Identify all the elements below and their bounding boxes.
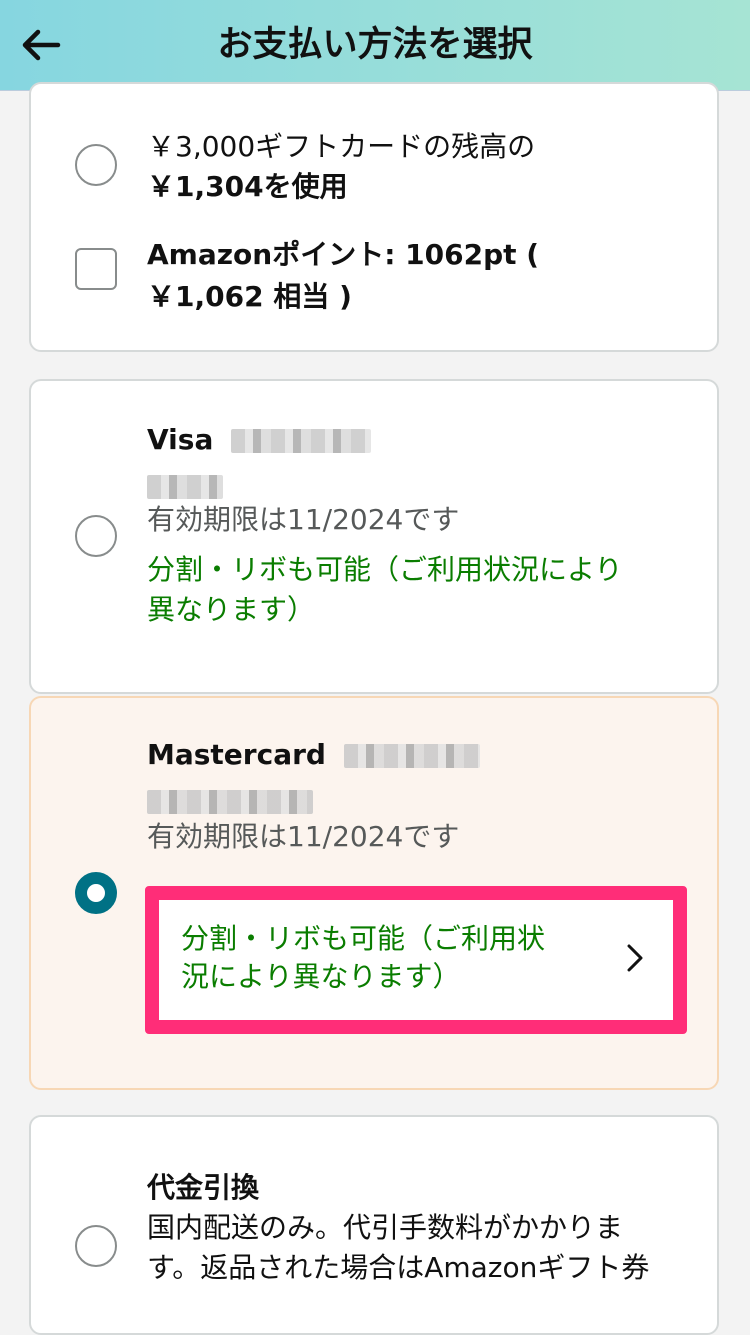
mastercard-holder-redacted [147, 790, 313, 814]
cod-desc-line2: す。返品された場合はAmazonギフト券 [147, 1251, 650, 1284]
visa-installment-line1: 分割・リボも可能（ご利用状況により [147, 553, 623, 586]
page-title: お支払い方法を選択 [217, 25, 533, 65]
points-line1: Amazonポイント: 1062pt ( [147, 238, 540, 271]
visa-number-redacted [231, 429, 372, 453]
mastercard-holder-redacted-row [147, 782, 313, 820]
app-header: お支払い方法を選択 [0, 0, 750, 91]
mastercard-installment-line1: 分割・リボも可能（ご利用状 [181, 922, 546, 955]
mastercard-number-redacted [343, 744, 480, 768]
mastercard-brand: Mastercard [147, 736, 480, 774]
cod-desc-line1: 国内配送のみ。代引手数料がかかりま [147, 1211, 624, 1244]
visa-holder-redacted [147, 475, 223, 499]
visa-brand-label: Visa [147, 423, 214, 456]
visa-installment-line2: 異なります） [147, 593, 316, 626]
cod-card-option[interactable]: 代金引換 国内配送のみ。代引手数料がかかりま す。返品された場合はAmazonギ… [29, 1115, 719, 1335]
points-checkbox[interactable] [75, 248, 117, 290]
visa-radio[interactable] [75, 515, 117, 557]
installment-option-link[interactable]: 分割・リボも可能（ご利用状 況により異なります） [145, 886, 687, 1034]
mastercard-expiry: 有効期限は11/2024です [147, 820, 460, 853]
mastercard-radio[interactable] [75, 872, 117, 914]
mastercard-card-option[interactable]: Mastercard 有効期限は11/2024です 分割・リボも可能（ご利用状 … [29, 696, 719, 1090]
cod-title: 代金引換 [147, 1171, 260, 1204]
points-line2: ￥1,062 相当 ) [147, 280, 352, 313]
mastercard-installment-line2: 況により異なります） [181, 960, 461, 993]
visa-expiry: 有効期限は11/2024です [147, 503, 460, 536]
gift-card-line1: ￥3,000ギフトカードの残高の [147, 130, 536, 163]
gift-card-line2: ￥1,304を使用 [147, 170, 348, 203]
visa-brand: Visa [147, 421, 372, 459]
installment-option-text: 分割・リボも可能（ご利用状 況により異なります） [181, 920, 601, 996]
mastercard-brand-label: Mastercard [147, 738, 326, 771]
cod-radio[interactable] [75, 1225, 117, 1267]
gift-card-radio[interactable] [75, 144, 117, 186]
visa-holder-redacted-row [147, 467, 223, 505]
chevron-right-icon [627, 944, 643, 972]
visa-card-option[interactable]: Visa 有効期限は11/2024です 分割・リボも可能（ご利用状況により 異な… [29, 379, 719, 694]
balance-card: ￥3,000ギフトカードの残高の ￥1,304を使用 Amazonポイント: 1… [29, 82, 719, 352]
